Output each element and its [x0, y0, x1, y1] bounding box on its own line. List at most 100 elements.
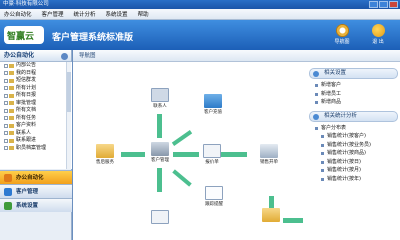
menu-item-settings[interactable]: 系统设置 [106, 10, 128, 18]
expand-icon[interactable] [4, 71, 8, 76]
link-new-customer[interactable]: 新增客户 [307, 81, 400, 90]
tree-item[interactable]: 联系跟进 [0, 137, 72, 145]
logo-text: 智赢云 [7, 32, 35, 42]
tree-item[interactable]: 审批管理 [0, 100, 72, 108]
expand-icon[interactable] [4, 138, 8, 143]
compass-icon [335, 24, 349, 37]
link-sales-by-month[interactable]: 销售统计(按月) [307, 166, 400, 175]
contact-icon [151, 88, 169, 102]
link-sales-by-salesman[interactable]: 销售统计(按业务员) [307, 141, 400, 150]
menu-item-statistics[interactable]: 统计分析 [74, 10, 96, 18]
link-customer-distribution[interactable]: 客户分布表 [307, 124, 400, 133]
tree-item[interactable]: 所有文档 [0, 107, 72, 115]
node-archive[interactable] [259, 208, 283, 223]
menu-item-customer[interactable]: 客户管理 [42, 10, 64, 18]
menu-item-office[interactable]: 办公自动化 [4, 10, 32, 18]
tree-item-label: 审批管理 [16, 99, 37, 106]
tree-item[interactable]: 联系人 [0, 130, 72, 138]
tree-item[interactable]: 短信群发 [0, 77, 72, 85]
expand-icon[interactable] [4, 123, 8, 128]
tree-item[interactable]: 客户资料 [0, 122, 72, 130]
link-label: 新增客户 [321, 82, 342, 88]
tree-item-label: 联系人 [16, 129, 32, 136]
expand-icon[interactable] [4, 108, 8, 113]
expand-icon[interactable] [4, 78, 8, 83]
quit-button[interactable]: 退 出 [365, 24, 391, 48]
panel-header-stats[interactable]: 相关统计分析 [309, 110, 398, 122]
expand-icon[interactable] [4, 101, 8, 106]
node-follow-up[interactable]: 跟踪提醒 [197, 186, 231, 207]
link-label: 销售统计(按年) [327, 175, 361, 182]
expand-icon[interactable] [4, 116, 8, 121]
tree-item-label: 所有文档 [16, 107, 37, 113]
link-sales-by-product[interactable]: 销售统计(按商品) [307, 149, 400, 158]
node-contact[interactable]: 联系人 [144, 88, 176, 109]
tree-item[interactable]: 所有计划 [0, 85, 72, 93]
tree-item-label: 所有任务 [16, 114, 37, 121]
menu-item-help[interactable]: 帮助 [138, 10, 149, 18]
link-label: 新增员工 [321, 90, 342, 97]
main-header: 导航图 [73, 50, 400, 62]
bullet-icon [315, 126, 318, 130]
app-banner: 智赢云 客户管理系统标准版 导航图 退 出 [0, 20, 400, 50]
link-label: 新增商品 [321, 99, 342, 105]
right-panel: 相关设置 新增客户 新增员工 新增商品 相关统计分析 客户分布表 销售统计(按客… [307, 66, 400, 240]
sidebar-header-label: 办公自动化 [4, 52, 35, 59]
sidebar-scrollbar[interactable] [66, 62, 71, 169]
window-titlebar: 中豪·科技有限公司 [0, 0, 400, 9]
node-after-sales[interactable]: 售后服务 [89, 144, 121, 165]
link-label: 销售统计(按商品) [327, 150, 366, 156]
tree-item[interactable]: 所有任务 [0, 115, 72, 123]
pen-paper-icon [260, 144, 278, 158]
node-recharge[interactable]: 客户充值 [197, 94, 229, 115]
menu-bar: 办公自动化 客户管理 统计分析 系统设置 帮助 [0, 9, 400, 20]
settings-icon [4, 202, 12, 210]
maximize-button[interactable] [379, 1, 388, 8]
link-new-product[interactable]: 新增商品 [307, 98, 400, 107]
tree-item-label: 所有计划 [16, 84, 37, 91]
folder-icon [262, 208, 280, 222]
folder-icon [9, 131, 14, 136]
panel-header-settings[interactable]: 相关设置 [309, 68, 398, 79]
nav-map-button[interactable]: 导航图 [329, 24, 355, 48]
collapse-icon[interactable] [61, 53, 68, 60]
close-button[interactable] [389, 1, 398, 8]
sidebar: 办公自动化 内部公告 我的日程 短信群发 所有计划 所有日报 审批管理 所有文档… [0, 50, 72, 240]
node-sales-order[interactable]: 销售开单 [251, 144, 287, 165]
tree-item[interactable]: 职员档案管理 [0, 145, 72, 153]
expand-icon[interactable] [4, 93, 8, 98]
scroll-thumb[interactable] [67, 72, 71, 112]
minimize-button[interactable] [369, 1, 378, 8]
link-sales-by-day[interactable]: 销售统计(按日) [307, 158, 400, 167]
folder-icon [9, 146, 14, 151]
expand-icon[interactable] [4, 86, 8, 91]
module-office[interactable]: 办公自动化 [0, 170, 72, 184]
link-label: 客户分布表 [321, 124, 347, 131]
node-quote[interactable]: 报价单 [197, 144, 227, 165]
tree-item[interactable]: 内部公告 [0, 62, 72, 70]
link-label: 销售统计(按日) [327, 158, 361, 165]
document-icon [203, 144, 221, 158]
sidebar-header[interactable]: 办公自动化 [0, 50, 71, 62]
module-customer[interactable]: 客户管理 [0, 184, 72, 198]
expand-icon[interactable] [4, 63, 8, 68]
expand-icon[interactable] [4, 131, 8, 136]
link-label: 销售统计(按客户) [327, 133, 366, 139]
node-report[interactable] [145, 210, 175, 225]
window-title: 中豪·科技有限公司 [3, 1, 49, 7]
link-sales-by-year[interactable]: 销售统计(按年) [307, 175, 400, 184]
node-label: 跟踪提醒 [205, 202, 223, 207]
bullet-icon [321, 177, 324, 181]
expand-icon[interactable] [4, 146, 8, 151]
module-settings[interactable]: 系统设置 [0, 198, 72, 212]
bullet-icon [321, 160, 324, 164]
node-customer-mgmt[interactable]: 客户管理 [143, 142, 177, 163]
computer-icon [151, 142, 169, 156]
folder-icon [9, 116, 14, 121]
node-label: 报价单 [205, 160, 219, 165]
link-sales-by-customer[interactable]: 销售统计(按客户) [307, 132, 400, 141]
link-new-employee[interactable]: 新增员工 [307, 90, 400, 99]
tree-item-label: 所有日报 [16, 92, 37, 98]
tree-item[interactable]: 所有日报 [0, 92, 72, 100]
tree-item[interactable]: 我的日程 [0, 70, 72, 78]
